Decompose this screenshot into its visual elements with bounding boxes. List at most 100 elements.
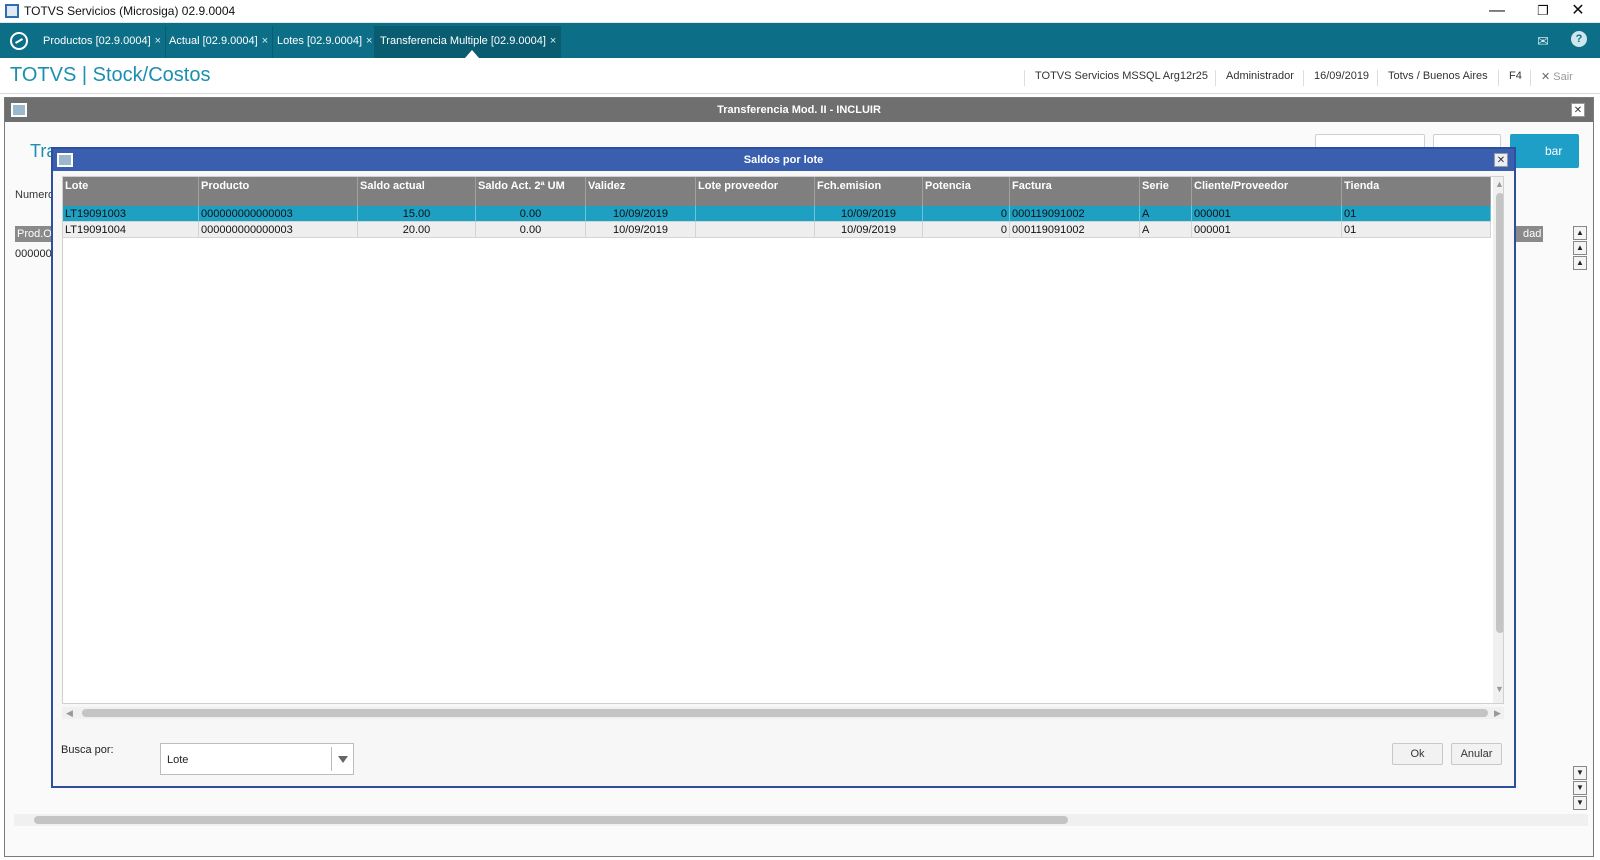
cell-producto[interactable]: 000000000000003 bbox=[199, 222, 358, 238]
cell-potencia[interactable]: 0 bbox=[923, 222, 1010, 238]
chevron-down-icon[interactable] bbox=[338, 756, 348, 763]
shortcut-info[interactable]: F4 bbox=[1498, 70, 1522, 86]
cell-validez[interactable]: 10/09/2019 bbox=[586, 222, 696, 238]
scrollbar-thumb[interactable] bbox=[34, 816, 1068, 824]
column-header-producto[interactable]: Producto bbox=[199, 177, 358, 206]
cell-lote[interactable]: LT19091003 bbox=[63, 206, 199, 222]
column-header-saldo-actual[interactable]: Saldo actual bbox=[358, 177, 476, 206]
cell-serie[interactable]: A bbox=[1140, 222, 1192, 238]
cell-lote-proveedor[interactable] bbox=[696, 206, 815, 222]
column-header-factura[interactable]: Factura bbox=[1010, 177, 1140, 206]
tab-actual[interactable]: Actual [02.9.0004] × bbox=[163, 26, 274, 58]
close-tab-icon[interactable]: × bbox=[550, 35, 556, 47]
outer-horizontal-scrollbar[interactable] bbox=[14, 814, 1588, 826]
exit-label: Sair bbox=[1553, 71, 1573, 83]
cell-saldo-2um[interactable]: 0.00 bbox=[476, 222, 586, 238]
scroll-up-icon[interactable]: ▲ bbox=[1573, 256, 1587, 270]
tab-label: Actual [02.9.0004] bbox=[169, 35, 258, 47]
mail-icon[interactable]: ✉ bbox=[1533, 31, 1553, 51]
app-window-icon bbox=[5, 4, 19, 18]
column-header-cliente-proveedor[interactable]: Cliente/Proveedor bbox=[1192, 177, 1342, 206]
grid-cell[interactable]: 000000 bbox=[15, 248, 52, 260]
cell-tienda[interactable]: 01 bbox=[1342, 222, 1491, 238]
column-header-fch-emision[interactable]: Fch.emision bbox=[815, 177, 923, 206]
cell-cliente[interactable]: 000001 bbox=[1192, 222, 1342, 238]
dialog-close-button[interactable]: ✕ bbox=[1571, 103, 1585, 117]
lotes-grid: Lote Producto Saldo actual Saldo Act. 2ª… bbox=[62, 176, 1504, 704]
close-icon: ✕ bbox=[1541, 71, 1551, 83]
search-by-select[interactable]: Lote bbox=[160, 743, 354, 775]
column-header-validez[interactable]: Validez bbox=[586, 177, 696, 206]
app-title: TOTVS | Stock/Costos bbox=[10, 64, 211, 86]
close-tab-icon[interactable]: × bbox=[366, 35, 372, 47]
search-by-label: Busca por: bbox=[61, 744, 114, 756]
close-tab-icon[interactable]: × bbox=[155, 35, 161, 47]
modal-window-icon bbox=[57, 153, 73, 167]
cell-lote[interactable]: LT19091004 bbox=[63, 222, 199, 238]
cell-fch-emision[interactable]: 10/09/2019 bbox=[815, 222, 923, 238]
window-title: TOTVS Servicios (Microsiga) 02.9.0004 bbox=[24, 4, 236, 18]
modal-title: Saldos por lote bbox=[53, 149, 1514, 171]
date-info[interactable]: 16/09/2019 bbox=[1303, 70, 1369, 86]
ok-button[interactable]: Ok bbox=[1392, 743, 1443, 765]
cell-fch-emision[interactable]: 10/09/2019 bbox=[815, 206, 923, 222]
cell-saldo-2um[interactable]: 0.00 bbox=[476, 206, 586, 222]
column-header-tienda[interactable]: Tienda bbox=[1342, 177, 1491, 206]
table-row[interactable]: LT19091004 000000000000003 20.00 0.00 10… bbox=[63, 222, 1491, 238]
cell-cliente[interactable]: 000001 bbox=[1192, 206, 1342, 222]
column-header-saldo-2um[interactable]: Saldo Act. 2ª UM bbox=[476, 177, 586, 206]
scroll-right-icon[interactable]: ▶ bbox=[1494, 708, 1501, 719]
close-tab-icon[interactable]: × bbox=[262, 35, 268, 47]
tab-label: Productos [02.9.0004] bbox=[43, 35, 151, 47]
cell-lote-proveedor[interactable] bbox=[696, 222, 815, 238]
active-tab-caret-icon bbox=[465, 50, 479, 58]
scrollbar-thumb[interactable] bbox=[82, 709, 1488, 717]
search-by-value: Lote bbox=[167, 754, 189, 766]
scroll-left-icon[interactable]: ◀ bbox=[66, 708, 73, 719]
numero-label: Numero bbox=[15, 189, 55, 201]
cell-validez[interactable]: 10/09/2019 bbox=[586, 206, 696, 222]
cell-tienda[interactable]: 01 bbox=[1342, 206, 1491, 222]
cell-saldo-actual[interactable]: 20.00 bbox=[358, 222, 476, 238]
scroll-bottom-icon[interactable]: ▼ bbox=[1573, 796, 1587, 810]
scroll-page-up-icon[interactable]: ▲ bbox=[1573, 241, 1587, 255]
scroll-page-down-icon[interactable]: ▼ bbox=[1573, 781, 1587, 795]
select-divider bbox=[331, 747, 332, 771]
scroll-top-icon[interactable]: ▲ bbox=[1573, 226, 1587, 240]
cell-potencia[interactable]: 0 bbox=[923, 206, 1010, 222]
cell-factura[interactable]: 000119091002 bbox=[1010, 222, 1140, 238]
branch-info[interactable]: Totvs / Buenos Aires bbox=[1377, 70, 1488, 86]
column-header-lote[interactable]: Lote bbox=[63, 177, 199, 206]
scroll-down-icon[interactable]: ▼ bbox=[1573, 766, 1587, 780]
help-icon[interactable]: ? bbox=[1571, 31, 1587, 47]
exit-button[interactable]: ✕ Sair bbox=[1530, 70, 1573, 86]
tab-lotes[interactable]: Lotes [02.9.0004] × bbox=[271, 26, 378, 58]
cell-factura[interactable]: 000119091002 bbox=[1010, 206, 1140, 222]
close-window-button[interactable]: ✕ bbox=[1558, 0, 1598, 23]
minimize-button[interactable]: — bbox=[1474, 0, 1520, 23]
cancel-button[interactable]: Anular bbox=[1451, 743, 1502, 765]
server-info[interactable]: TOTVS Servicios MSSQL Arg12r25 bbox=[1024, 70, 1208, 86]
cell-serie[interactable]: A bbox=[1140, 206, 1192, 222]
column-header-potencia[interactable]: Potencia bbox=[923, 177, 1010, 206]
tab-label: Lotes [02.9.0004] bbox=[277, 35, 363, 47]
column-header-serie[interactable]: Serie bbox=[1140, 177, 1192, 206]
dialog-window-icon bbox=[11, 103, 27, 117]
tab-label: Transferencia Multiple [02.9.0004] bbox=[380, 35, 546, 47]
confirm-button[interactable]: bar bbox=[1510, 134, 1579, 168]
grid-horizontal-scrollbar[interactable]: ◀ ▶ bbox=[62, 707, 1504, 719]
grid-vertical-scrollbar[interactable]: ▲ ▼ bbox=[1493, 177, 1503, 703]
scroll-up-icon[interactable]: ▲ bbox=[1495, 179, 1503, 189]
table-row[interactable]: LT19091003 000000000000003 15.00 0.00 10… bbox=[63, 206, 1491, 222]
scroll-down-icon[interactable]: ▼ bbox=[1495, 684, 1503, 694]
user-info[interactable]: Administrador bbox=[1215, 70, 1294, 86]
cell-producto[interactable]: 000000000000003 bbox=[199, 206, 358, 222]
scrollbar-thumb[interactable] bbox=[1496, 193, 1503, 633]
saldos-por-lote-modal: Saldos por lote ✕ Lote Producto Saldo ac… bbox=[51, 147, 1516, 788]
tab-productos[interactable]: Productos [02.9.0004] × bbox=[37, 26, 167, 58]
totvs-logo-icon[interactable] bbox=[10, 32, 28, 50]
cell-saldo-actual[interactable]: 15.00 bbox=[358, 206, 476, 222]
column-header-lote-proveedor[interactable]: Lote proveedor bbox=[696, 177, 815, 206]
module-tab-bar: Productos [02.9.0004] × Actual [02.9.0004… bbox=[0, 23, 1600, 58]
modal-close-button[interactable]: ✕ bbox=[1494, 153, 1508, 167]
